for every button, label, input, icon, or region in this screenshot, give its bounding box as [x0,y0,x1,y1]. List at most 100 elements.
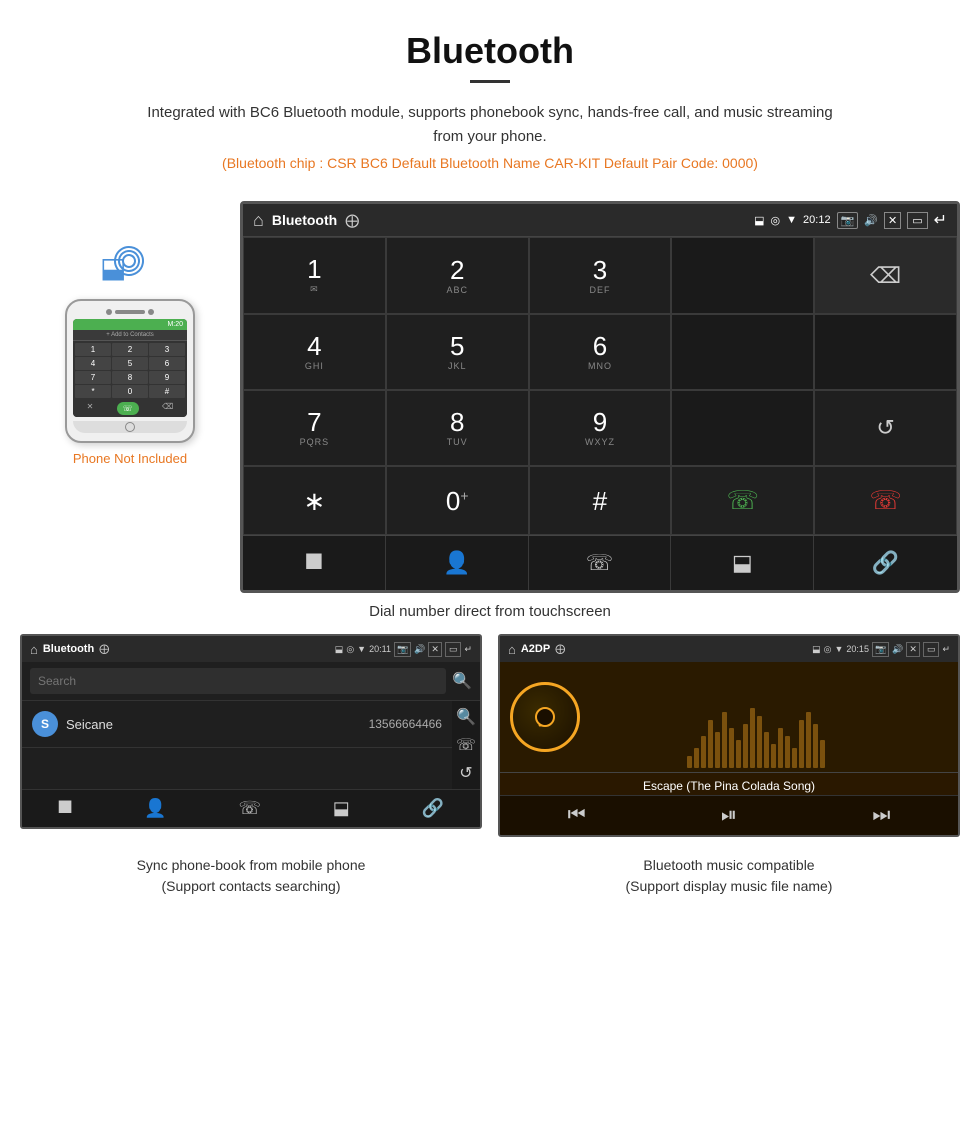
pb-bottom-bt-icon[interactable]: ⬓ [333,798,350,819]
a2dp-caption: Bluetooth music compatible (Support disp… [498,855,960,897]
next-track-button[interactable]: ⏭ [872,804,890,827]
phone-not-included-label: Phone Not Included [73,451,187,466]
pb-bt-icon: ⬓ [335,644,344,655]
dial-key-hash[interactable]: # [529,466,672,535]
bluetooth-bt-icon[interactable]: ⬓ [671,536,814,590]
redial-button[interactable]: ↺ [814,390,957,466]
a2dp-title: A2DP [521,643,550,655]
contact-avatar: S [32,711,58,737]
pb-right-call-icon[interactable]: ☏ [456,735,476,755]
a2dp-time: 20:15 [846,644,869,654]
a2dp-home-icon[interactable]: ⌂ [508,642,516,657]
pb-right-search-icon[interactable]: 🔍 [456,707,476,727]
screen-icon: ▭ [907,212,927,229]
signal-icon: ▼ [786,214,797,226]
dial-key-0[interactable]: 0+ [386,466,529,535]
bluetooth-status-icon: ⬓ [754,214,764,227]
a2dp-close-icon[interactable]: ✕ [906,642,920,657]
a2dp-vol-icon[interactable]: 🔊 [892,644,903,655]
pb-back-icon[interactable]: ↵ [464,644,472,655]
bottom-screens-row: ⌂ Bluetooth ⨁ ⬓ ◎ ▼ 20:11 📷 🔊 ✕ ▭ ↵ [0,634,980,837]
pb-contact-row[interactable]: S Seicane 13566664466 [22,701,452,748]
dial-key-7[interactable]: 7 PQRS [243,390,386,466]
a2dp-cam-icon: 📷 [872,642,889,657]
dial-key-4[interactable]: 4 GHI [243,314,386,390]
pb-sig-icon: ▼ [357,644,366,654]
pb-bottom-phone-icon[interactable]: ☏ [238,798,261,819]
album-inner-ring [535,707,555,727]
dial-key-9[interactable]: 9 WXYZ [529,390,672,466]
phonebook-screen: ⌂ Bluetooth ⨁ ⬓ ◎ ▼ 20:11 📷 🔊 ✕ ▭ ↵ [20,634,482,829]
page-description: Integrated with BC6 Bluetooth module, su… [140,101,840,149]
dial-key-5[interactable]: 5 JKL [386,314,529,390]
end-call-button[interactable]: ☏ [814,466,957,535]
location-icon: ◎ [771,214,781,227]
call-log-icon[interactable]: ☏ [529,536,672,590]
pb-bottom-contacts-icon[interactable]: 👤 [144,798,166,819]
dial-key-8[interactable]: 8 TUV [386,390,529,466]
contact-name: Seicane [66,717,361,732]
prev-track-button[interactable]: ⏮ [568,804,586,827]
dial-key-3[interactable]: 3 DEF [529,237,672,314]
a2dp-loc-icon: ◎ [824,644,832,655]
bluetooth-signal-graphic: ⬓ [100,241,160,291]
settings-link-icon[interactable]: 🔗 [814,536,957,590]
time-display: 20:12 [803,214,831,226]
contact-phone: 13566664466 [369,717,442,731]
dialpad-screen: ⌂ Bluetooth ⨁ ⬓ ◎ ▼ 20:12 📷 🔊 ✕ ▭ ↵ [240,201,960,593]
a2dp-caption-line1: Bluetooth music compatible [643,857,814,873]
pb-search-icon[interactable]: 🔍 [452,671,472,691]
home-icon[interactable]: ⌂ [253,210,264,231]
pb-loc-icon: ◎ [346,644,354,655]
pb-search-input[interactable] [30,668,446,694]
pb-bottom-link-icon[interactable]: 🔗 [422,798,444,819]
pb-right-refresh-icon[interactable]: ↺ [459,763,472,783]
pb-time: 20:11 [369,644,391,654]
a2dp-controls: ⏮ ⏯ ⏭ [500,795,958,835]
phone-mockup: M:20 + Add to Contacts 123 456 789 *0# ✕… [65,299,195,443]
phonebook-screen-wrapper: ⌂ Bluetooth ⨁ ⬓ ◎ ▼ 20:11 📷 🔊 ✕ ▭ ↵ [20,634,482,837]
a2dp-content-area: ♫ [500,662,958,772]
dialpad-grid-icon[interactable]: ⯀ [243,536,386,590]
dial-key-star[interactable]: ∗ [243,466,386,535]
dial-empty-2 [671,314,814,390]
dial-key-2[interactable]: 2 ABC [386,237,529,314]
a2dp-usb-icon: ⨁ [555,644,565,655]
pb-contact-list: S Seicane 13566664466 [22,701,452,789]
a2dp-screen: ⌂ A2DP ⨁ ⬓ ◎ ▼ 20:15 📷 🔊 ✕ ▭ ↵ [498,634,960,837]
volume-icon[interactable]: 🔊 [864,214,878,227]
song-title: Escape (The Pina Colada Song) [500,772,958,795]
pb-usb-icon: ⨁ [99,644,109,655]
pb-scr-icon: ▭ [445,642,462,657]
phonebook-caption: Sync phone-book from mobile phone (Suppo… [20,855,482,897]
back-icon[interactable]: ↵ [934,210,947,230]
audio-visualizer [683,662,958,772]
call-button[interactable]: ☏ [671,466,814,535]
close-icon[interactable]: ✕ [884,212,901,229]
page-title: Bluetooth [20,30,960,72]
page-specs: (Bluetooth chip : CSR BC6 Default Blueto… [20,155,960,171]
dialpad-bottom-bar: ⯀ 👤 ☏ ⬓ 🔗 [243,535,957,590]
dial-key-6[interactable]: 6 MNO [529,314,672,390]
pb-contacts-with-icons: S Seicane 13566664466 🔍 ☏ ↺ [22,701,480,789]
a2dp-back-icon[interactable]: ↵ [942,644,950,655]
usb-icon: ⨁ [345,212,359,229]
backspace-button[interactable]: ⌫ [814,237,957,314]
pb-home-icon[interactable]: ⌂ [30,642,38,657]
dial-key-1[interactable]: 1 ✉ [243,237,386,314]
pb-right-icons: 🔍 ☏ ↺ [452,701,480,789]
play-pause-button[interactable]: ⏯ [721,804,737,827]
phonebook-caption-line1: Sync phone-book from mobile phone [137,857,366,873]
contacts-icon[interactable]: 👤 [386,536,529,590]
pb-title: Bluetooth [43,643,94,655]
camera-icon: 📷 [837,212,859,229]
a2dp-status-bar: ⌂ A2DP ⨁ ⬓ ◎ ▼ 20:15 📷 🔊 ✕ ▭ ↵ [500,636,958,662]
title-divider [470,80,510,83]
dial-empty-4 [671,390,814,466]
pb-close-icon[interactable]: ✕ [428,642,442,657]
pb-bottom-grid-icon[interactable]: ⯀ [58,798,72,819]
a2dp-screen-wrapper: ⌂ A2DP ⨁ ⬓ ◎ ▼ 20:15 📷 🔊 ✕ ▭ ↵ [498,634,960,837]
dial-display [671,237,814,314]
pb-vol-icon[interactable]: 🔊 [414,644,425,655]
dialpad-screen-area: ⌂ Bluetooth ⨁ ⬓ ◎ ▼ 20:12 📷 🔊 ✕ ▭ ↵ [240,201,960,593]
